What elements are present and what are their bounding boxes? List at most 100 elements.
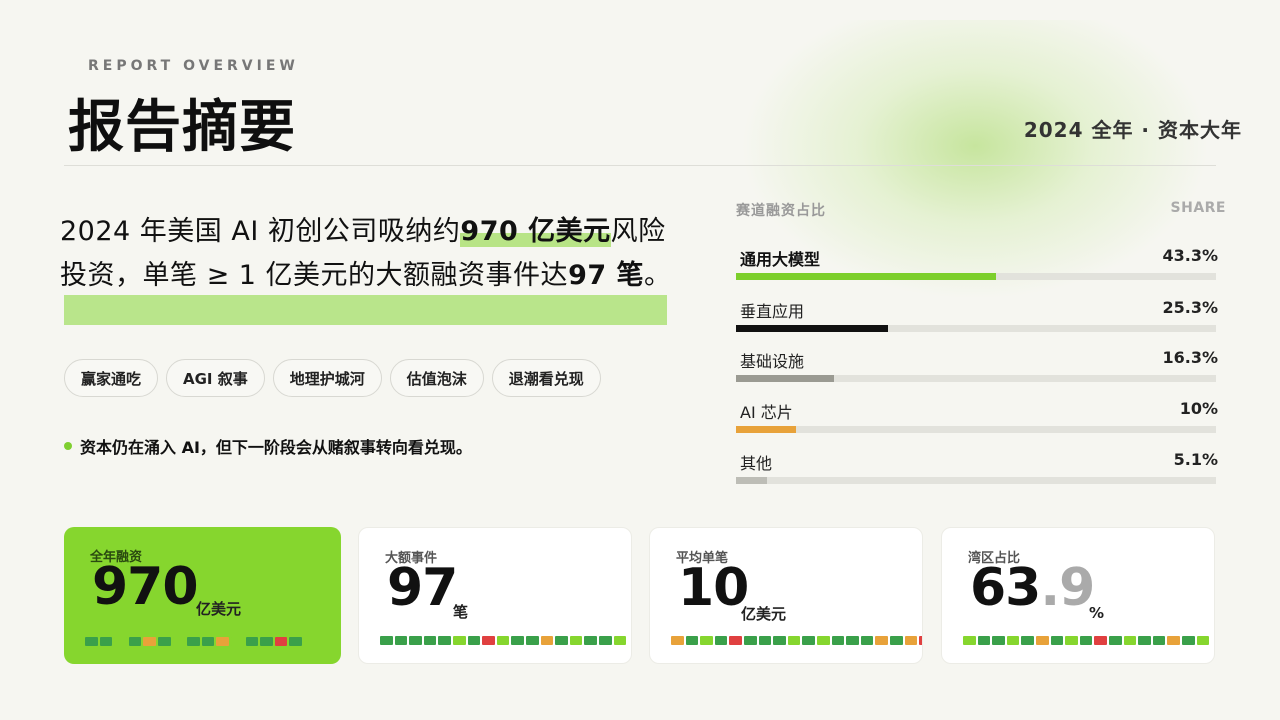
tag-chip[interactable]: 估值泡沫 [389, 359, 484, 397]
stat-card: 湾区占比 63.9% [941, 527, 1215, 664]
heat-square [423, 636, 437, 645]
stat-card-unit: 笔 [453, 603, 469, 621]
heat-square [1050, 636, 1064, 645]
heat-square [787, 636, 801, 645]
heat-square [904, 636, 918, 645]
stat-card-heat-squares [85, 637, 302, 646]
heat-square [216, 637, 229, 646]
tag-list: 赢家通吃 AGI 叙事 地理护城河 估值泡沫 退潮看兑现 [64, 359, 601, 397]
share-row-value: 10% [1179, 399, 1218, 418]
heat-square [743, 636, 757, 645]
stat-card-heat-squares [963, 636, 1210, 645]
heat-square [846, 636, 859, 645]
stat-card-heat-squares [671, 636, 922, 645]
stat-card-unit: % [1089, 604, 1105, 622]
tag-chip[interactable]: AGI 叙事 [166, 359, 265, 397]
stat-card-unit: 亿美元 [741, 605, 787, 623]
heat-square [452, 636, 466, 645]
tag-chip[interactable]: 退潮看兑现 [491, 359, 601, 397]
heat-square [569, 636, 583, 645]
heat-square [714, 636, 728, 645]
share-row-label: 其他 [740, 454, 773, 473]
heat-square [394, 636, 408, 645]
heat-square [584, 636, 597, 645]
heat-square [1108, 636, 1122, 645]
heat-square [555, 636, 568, 645]
heat-square [114, 637, 127, 646]
heat-square [1152, 636, 1166, 645]
heat-square [157, 637, 171, 646]
heat-square [1138, 636, 1151, 645]
heat-square [438, 636, 451, 645]
share-bar-track [736, 477, 1216, 484]
heat-square [977, 636, 991, 645]
report-eyebrow: REPORT OVERVIEW [88, 58, 299, 74]
heat-square [540, 636, 554, 645]
heat-square [729, 636, 742, 645]
heat-square [409, 636, 422, 645]
share-row-label: 通用大模型 [740, 250, 821, 269]
stat-card-value-main: 10 [678, 558, 749, 618]
share-bar-fill [736, 325, 888, 332]
share-bar-track [736, 273, 1216, 280]
heat-square [1094, 636, 1107, 645]
heat-square [511, 636, 524, 645]
heat-square [380, 636, 393, 645]
share-row-label: AI 芯片 [740, 403, 793, 422]
heat-square [1181, 636, 1195, 645]
heat-square [128, 637, 142, 646]
heat-square [143, 637, 156, 646]
headline-highlight-bar [64, 295, 667, 325]
heat-square [260, 637, 273, 646]
stat-card-value-decimal: .9 [1040, 558, 1095, 618]
stat-card: 大额事件 97 笔 [358, 527, 632, 664]
heat-square [1006, 636, 1020, 645]
stat-card-value-main: 970 [92, 557, 199, 617]
share-row-value: 5.1% [1173, 450, 1218, 469]
headline-part-3: 。 [644, 260, 672, 291]
stat-card-heat-squares [380, 636, 627, 645]
heat-square [816, 636, 830, 645]
heat-square [496, 636, 510, 645]
headline-count: 97 笔 [568, 260, 645, 291]
heat-square [919, 636, 922, 645]
heat-square [1123, 636, 1137, 645]
share-row-label: 垂直应用 [740, 302, 805, 321]
heat-square [889, 636, 903, 645]
share-panel-header: 赛道融资占比 SHARE [736, 200, 1226, 220]
share-row-value: 25.3% [1162, 298, 1218, 317]
heat-square [671, 636, 684, 645]
heat-square [860, 636, 874, 645]
share-bar-track [736, 375, 1216, 382]
share-panel: 赛道融资占比 SHARE 通用大模型 43.3% 垂直应用 25.3% 基础设施 16.3… [736, 200, 1226, 484]
heat-square [1065, 636, 1078, 645]
summary-bullet: 资本仍在涌入 AI，但下一阶段会从赌叙事转向看兑现。 [64, 434, 472, 458]
share-bar-track [736, 325, 1216, 332]
heat-square [1196, 636, 1210, 645]
heat-square [773, 636, 786, 645]
tag-chip[interactable]: 赢家通吃 [64, 359, 159, 397]
stat-card-value: 97 [387, 558, 458, 618]
bullet-dot-icon [64, 442, 72, 450]
page-title: 报告摘要 [68, 95, 296, 160]
share-panel-right-label: SHARE [1170, 200, 1226, 216]
heat-square [963, 636, 976, 645]
stat-card-value: 970 [92, 557, 199, 617]
heat-square [85, 637, 98, 646]
heat-square [467, 636, 481, 645]
heat-square [685, 636, 699, 645]
stat-card: 全年融资 970 亿美元 [64, 527, 341, 664]
share-panel-title: 赛道融资占比 [736, 203, 826, 219]
headline-part-1: 2024 年美国 AI 初创公司吸纳约 [60, 216, 461, 247]
heat-square [598, 636, 612, 645]
heat-square [1035, 636, 1049, 645]
stat-card-value: 63.9 [970, 558, 1095, 618]
share-bar-fill [736, 477, 767, 484]
heat-square [831, 636, 845, 645]
heat-square [802, 636, 815, 645]
stat-card-unit: 亿美元 [196, 600, 242, 618]
summary-bullet-text: 资本仍在涌入 AI，但下一阶段会从赌叙事转向看兑现。 [80, 438, 472, 457]
tag-chip[interactable]: 地理护城河 [272, 359, 382, 397]
heat-square [525, 636, 539, 645]
heat-square [875, 636, 888, 645]
